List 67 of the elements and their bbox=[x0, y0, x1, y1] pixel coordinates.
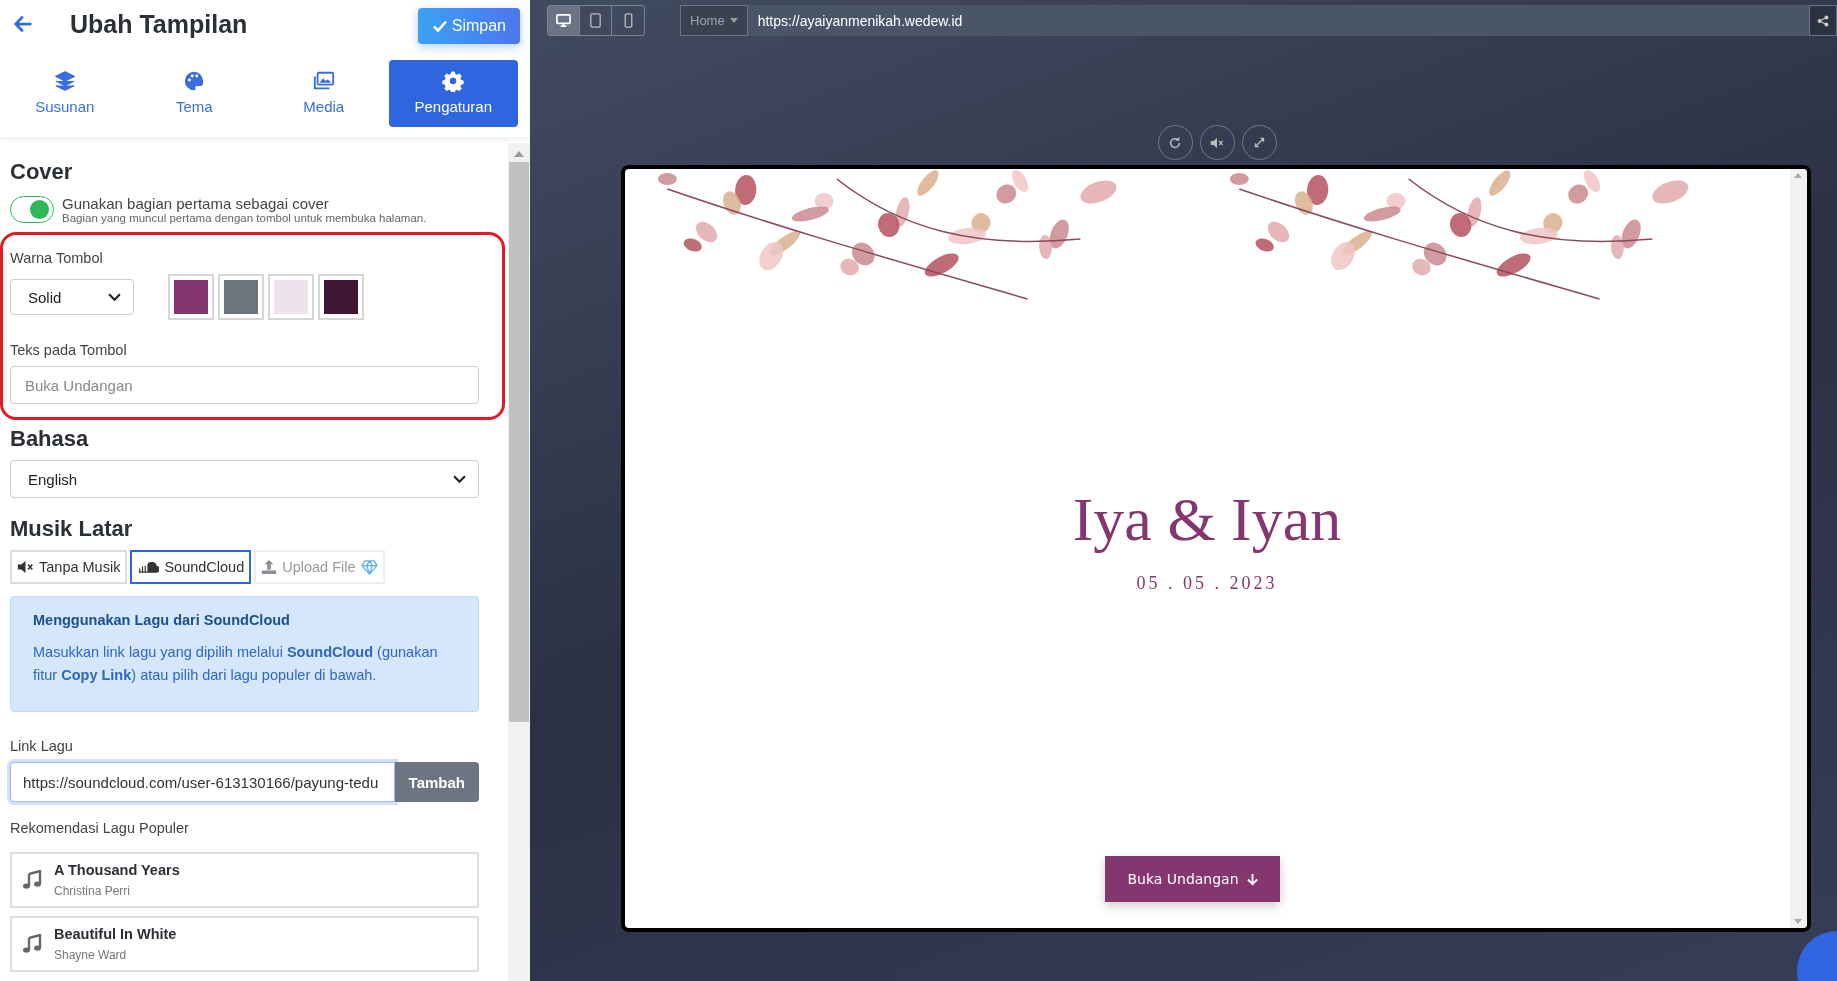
palette-icon bbox=[183, 70, 206, 92]
layers-icon bbox=[53, 70, 76, 92]
page-title: Ubah Tampilan bbox=[70, 9, 249, 39]
song-item[interactable]: Beautiful In White Shayne Ward bbox=[10, 916, 479, 972]
color-swatch[interactable] bbox=[268, 274, 314, 320]
chevron-down-icon bbox=[453, 474, 466, 484]
song-title: Beautiful In White bbox=[54, 926, 177, 942]
device-button[interactable] bbox=[548, 6, 580, 35]
expand-icon bbox=[1252, 136, 1266, 149]
arrow-down-icon bbox=[1246, 872, 1258, 886]
add-button[interactable]: Tambah bbox=[394, 762, 479, 802]
caret-icon bbox=[729, 18, 738, 23]
music-option[interactable]: Tanpa Musik bbox=[10, 550, 128, 584]
song-artist: Shayne Ward bbox=[54, 948, 128, 962]
section-heading: Cover bbox=[10, 159, 74, 185]
share-button[interactable] bbox=[1809, 5, 1837, 36]
cloud-icon bbox=[137, 561, 160, 573]
alert-title: Menggunakan Lagu dari SoundCloud bbox=[33, 612, 290, 628]
wedding-date: 05 . 05 . 2023 bbox=[1136, 573, 1278, 594]
music-note-icon bbox=[22, 934, 42, 954]
song-item[interactable]: A Thousand Years Christina Perri bbox=[10, 852, 479, 908]
music-note-icon bbox=[22, 870, 42, 890]
couple-names: Iya & Iyan bbox=[1072, 484, 1342, 555]
scroll-up-icon bbox=[514, 151, 524, 157]
scroll-down-icon bbox=[1794, 919, 1802, 924]
color-swatch[interactable] bbox=[318, 274, 364, 320]
desktop-icon bbox=[556, 13, 571, 28]
back-arrow-icon[interactable] bbox=[12, 13, 34, 35]
settings-icon bbox=[442, 70, 465, 92]
check-icon bbox=[431, 18, 448, 34]
reload-icon bbox=[1168, 135, 1182, 150]
tab[interactable]: Pengaturan bbox=[388, 60, 518, 127]
toggle-label: Gunakan bagian pertama sebagai cover bbox=[62, 195, 330, 212]
tab[interactable]: Tema bbox=[129, 60, 259, 127]
field-label: Link Lagu bbox=[10, 738, 74, 754]
section-heading: Musik Latar bbox=[10, 516, 134, 542]
alert-text: Masukkan link lagu yang dipilih melalui SoundCloud (gunakan fitur Copy Link) atau pilih dari lagu populer di bawah. bbox=[33, 643, 439, 685]
song-link-field[interactable]: https://soundcloud.com/user-613130166/payung-tedu bbox=[10, 762, 395, 802]
language-select[interactable]: English bbox=[10, 460, 479, 498]
field-label: Warna Tombol bbox=[10, 250, 104, 266]
scrollbar[interactable] bbox=[508, 143, 530, 981]
color-swatch[interactable] bbox=[168, 274, 214, 320]
section-heading: Bahasa bbox=[10, 426, 90, 452]
diamond-icon bbox=[360, 559, 378, 575]
share-icon bbox=[1817, 14, 1829, 27]
url-text: https://ayaiyanmenikah.wedew.id bbox=[756, 12, 964, 29]
tab[interactable]: Susunan bbox=[0, 60, 130, 127]
images-icon bbox=[312, 70, 335, 92]
mute-icon bbox=[1210, 136, 1224, 149]
button-text-field[interactable]: Buka Undangan bbox=[10, 366, 479, 404]
toggle-hint: Bagian yang muncul pertama dengan tombol untuk membuka halaman. bbox=[62, 212, 427, 224]
upload-icon bbox=[261, 559, 278, 575]
tab[interactable]: Media bbox=[259, 60, 389, 127]
scroll-up-icon bbox=[1794, 173, 1802, 178]
field-label: Teks pada Tombol bbox=[10, 342, 128, 358]
color-swatch[interactable] bbox=[218, 274, 264, 320]
page-dropdown[interactable]: Home bbox=[680, 5, 748, 36]
song-title: A Thousand Years bbox=[54, 862, 180, 878]
music-option[interactable]: SoundCloud bbox=[130, 550, 252, 584]
chevron-down-icon bbox=[108, 292, 121, 302]
style-select[interactable]: Solid bbox=[10, 279, 134, 315]
mute-icon bbox=[17, 560, 34, 574]
open-invitation-button[interactable]: Buka Undangan bbox=[1105, 856, 1280, 902]
song-artist: Christina Perri bbox=[54, 884, 132, 898]
tablet-icon bbox=[588, 13, 603, 28]
scrollbar[interactable] bbox=[1789, 169, 1807, 928]
field-label: Rekomendasi Lagu Populer bbox=[10, 820, 190, 836]
